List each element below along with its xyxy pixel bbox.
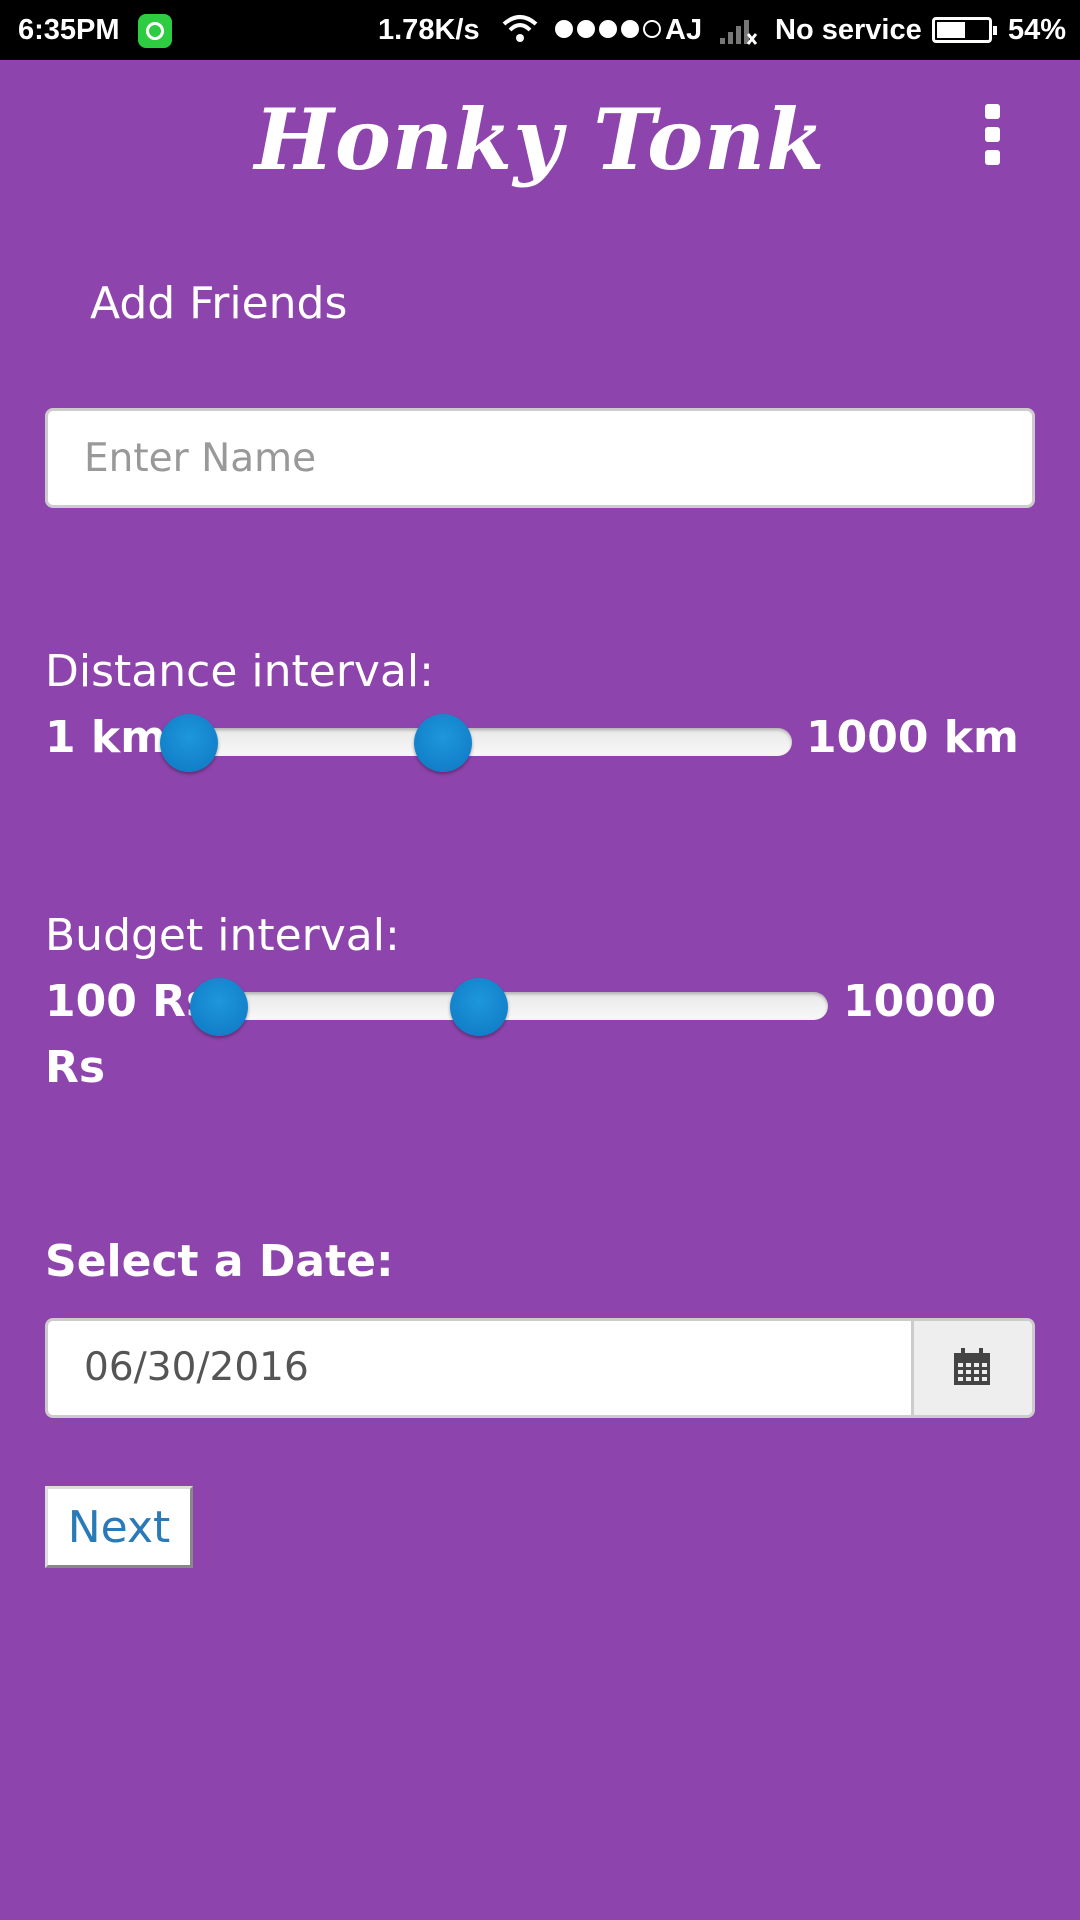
battery-icon xyxy=(932,17,997,43)
calendar-icon xyxy=(954,1348,990,1385)
budget-slider-track[interactable] xyxy=(208,992,828,1020)
app-title: Honky Tonk xyxy=(254,90,826,189)
signal-strength-dots xyxy=(555,20,661,38)
budget-label: Budget interval: xyxy=(45,910,400,961)
date-input[interactable]: 06/30/2016 xyxy=(84,1321,309,1415)
distance-min-label: 1 km xyxy=(45,712,167,763)
network-speed: 1.78K/s xyxy=(378,14,480,46)
date-label: Select a Date: xyxy=(45,1236,394,1287)
distance-label: Distance interval: xyxy=(45,646,434,697)
distance-min-handle[interactable] xyxy=(160,714,218,772)
name-input[interactable] xyxy=(45,408,1035,508)
status-time: 6:35PM xyxy=(18,14,120,46)
carrier-name: AJ xyxy=(665,14,703,46)
next-button[interactable]: Next xyxy=(45,1486,193,1568)
status-bar: 6:35PM 1.78K/s AJ No service 54% xyxy=(0,0,1080,60)
battery-percent: 54% xyxy=(1008,14,1067,46)
budget-min-handle[interactable] xyxy=(190,978,248,1036)
calendar-button[interactable] xyxy=(911,1321,1032,1415)
whatsapp-icon xyxy=(138,14,172,48)
budget-max-handle[interactable] xyxy=(450,978,508,1036)
service-status: No service xyxy=(775,14,922,46)
distance-slider-track[interactable] xyxy=(180,728,792,756)
distance-max-handle[interactable] xyxy=(414,714,472,772)
kebab-menu-icon[interactable] xyxy=(980,104,1004,168)
budget-unit-label: Rs xyxy=(45,1042,106,1093)
add-friends-heading: Add Friends xyxy=(90,278,348,329)
budget-min-label: 100 Rs xyxy=(45,976,213,1027)
date-picker[interactable]: 06/30/2016 xyxy=(45,1318,1035,1418)
wifi-icon xyxy=(502,15,538,42)
distance-max-label: 1000 km xyxy=(806,712,1019,763)
budget-max-label: 10000 xyxy=(843,976,997,1027)
no-signal-icon xyxy=(720,20,758,45)
